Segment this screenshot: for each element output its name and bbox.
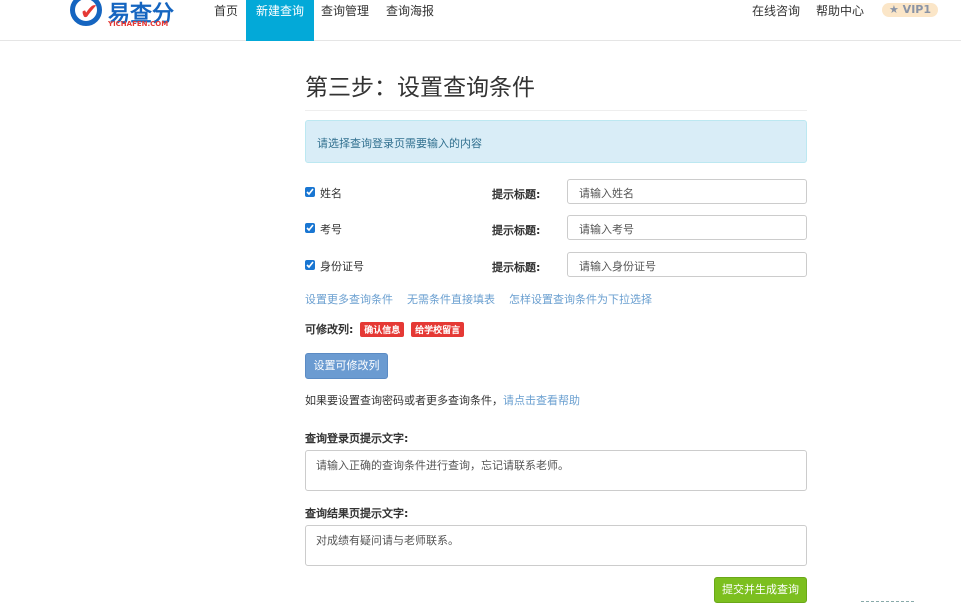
condition-checkbox[interactable] [305, 187, 315, 197]
nav-online-consult[interactable]: 在线咨询 [742, 0, 810, 41]
tip-label: 提示标题: [492, 261, 541, 274]
condition-checkbox[interactable] [305, 223, 315, 233]
tip-label: 提示标题: [492, 224, 541, 237]
help-link[interactable]: 请点击查看帮助 [503, 394, 580, 407]
login-tip-label: 查询登录页提示文字: [305, 432, 409, 445]
login-tip-textarea[interactable]: 请输入正确的查询条件进行查询，忘记请联系老师。 [305, 450, 807, 491]
nav-help-center[interactable]: 帮助中心 [806, 0, 874, 41]
nav-home[interactable]: 首页 [204, 0, 248, 41]
nav-query-manage[interactable]: 查询管理 [311, 0, 379, 41]
logo-subtext: YICHAFEN.COM [108, 20, 169, 28]
tip-label: 提示标题: [492, 188, 541, 201]
tip-input[interactable]: 请输入身份证号 [567, 252, 807, 277]
divider [861, 601, 914, 602]
result-tip-label: 查询结果页提示文字: [305, 507, 409, 520]
condition-checkbox[interactable] [305, 260, 315, 270]
condition-row: 考号 提示标题: 请输入考号 [305, 215, 807, 242]
submit-button[interactable]: 提交并生成查询 [714, 577, 807, 603]
dropdown-help-link[interactable]: 怎样设置查询条件为下拉选择 [509, 293, 652, 306]
info-alert: 请选择查询登录页需要输入的内容 [305, 120, 807, 163]
editable-label: 可修改列: [305, 323, 354, 336]
top-nav: ✔ 易查分 YICHAFEN.COM 首页 新建查询 查询管理 查询海报 在线咨… [0, 0, 961, 41]
no-condition-link[interactable]: 无需条件直接填表 [407, 293, 495, 306]
editable-columns: 可修改列: 确认信息 给学校留言 [305, 321, 465, 337]
help-text-content: 如果要设置查询密码或者更多查询条件， [305, 394, 503, 407]
condition-row: 身份证号 提示标题: 请输入身份证号 [305, 252, 807, 279]
editable-tag: 给学校留言 [411, 322, 465, 337]
condition-row: 姓名 提示标题: 请输入姓名 [305, 179, 807, 206]
editable-tag: 确认信息 [360, 322, 405, 337]
vip-badge[interactable]: ★ VIP1 [882, 3, 938, 17]
nav-new-query[interactable]: 新建查询 [246, 0, 315, 41]
result-tip-textarea[interactable]: 对成绩有疑问请与老师联系。 [305, 525, 807, 566]
more-conditions-link[interactable]: 设置更多查询条件 [305, 293, 393, 306]
logo[interactable]: ✔ 易查分 YICHAFEN.COM [70, 0, 180, 34]
tip-input[interactable]: 请输入考号 [567, 215, 807, 240]
tip-input[interactable]: 请输入姓名 [567, 179, 807, 204]
condition-label: 考号 [320, 223, 342, 236]
help-text: 如果要设置查询密码或者更多查询条件，请点击查看帮助 [305, 392, 580, 408]
condition-label: 身份证号 [320, 260, 364, 273]
set-editable-columns-button[interactable]: 设置可修改列 [305, 353, 388, 379]
page-title: 第三步：设置查询条件 [305, 68, 807, 111]
nav-query-poster[interactable]: 查询海报 [376, 0, 444, 41]
condition-label: 姓名 [320, 187, 342, 200]
check-icon: ✔ [80, 0, 99, 25]
condition-links: 设置更多查询条件 无需条件直接填表 怎样设置查询条件为下拉选择 [305, 291, 666, 307]
